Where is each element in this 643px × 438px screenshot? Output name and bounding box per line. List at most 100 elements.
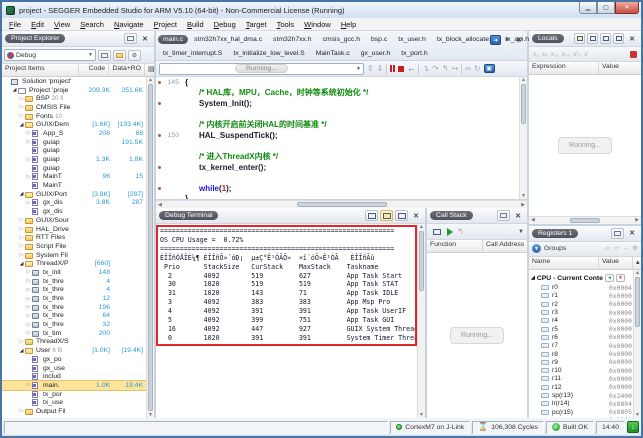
gutter[interactable] xyxy=(156,109,182,120)
menu-item-file[interactable]: File xyxy=(4,20,26,29)
close-icon[interactable]: ✕ xyxy=(139,35,151,43)
editor-hscrollbar[interactable]: ◀ ▶ xyxy=(156,200,527,208)
tree-row-guix-sour[interactable]: ▷GUIX/Sour xyxy=(2,216,146,225)
register-row-r0[interactable]: r00x0004 xyxy=(529,284,633,292)
cycles-status[interactable]: ⌛ 106,308 Cycles xyxy=(472,421,544,434)
expand-icon[interactable]: ▷ xyxy=(25,278,32,284)
expand-icon[interactable]: ▷ xyxy=(25,157,32,163)
collapse-icon[interactable]: ◢ xyxy=(18,261,25,267)
code-line[interactable]: 150HAL_SuspendTick(); xyxy=(156,130,519,141)
tree-row-project-proje[interactable]: ◢Project 'proje209.3K251.6K xyxy=(2,86,146,95)
locals-view-icon[interactable] xyxy=(574,33,585,44)
float-window-icon[interactable] xyxy=(611,228,624,239)
expand-icon[interactable]: ▷ xyxy=(25,313,32,319)
register-row-pc-r15-[interactable]: pc(r15)0x0805 xyxy=(529,408,633,416)
float-window-icon[interactable] xyxy=(124,33,137,44)
terminal-io-icon[interactable] xyxy=(380,210,393,221)
expand-icon[interactable]: ▷ xyxy=(25,296,32,302)
gutter[interactable] xyxy=(156,119,182,130)
tab-stm32h7xx-h[interactable]: stm32h7xx.h xyxy=(268,35,317,44)
tree-row-tx-thre[interactable]: ▷tx_thre4 xyxy=(2,286,146,295)
menu-item-navigate[interactable]: Navigate xyxy=(109,20,149,29)
sort-icon[interactable]: ▴ xyxy=(633,257,641,269)
register-row-r5[interactable]: r50x0000 xyxy=(529,325,633,333)
arrow-right-icon[interactable]: → xyxy=(622,244,629,254)
editor-vscrollbar[interactable]: ▲ ▼ xyxy=(519,77,527,199)
close-button[interactable]: ✕ xyxy=(615,2,639,14)
close-icon[interactable]: ✕ xyxy=(410,212,422,220)
close-tab-icon[interactable]: ✕ xyxy=(513,36,525,44)
options-icon[interactable]: ⚙ xyxy=(128,50,141,61)
groups-label[interactable]: Groups xyxy=(544,245,566,252)
tree-row-app-s[interactable]: ▷App_S20868 xyxy=(2,129,146,138)
code-area[interactable]: 145{/* HAL库，MPU，Cache，时钟等系统初始化 */System_… xyxy=(156,77,519,199)
pause-icon[interactable] xyxy=(390,65,395,72)
gutter[interactable] xyxy=(156,88,182,99)
tree-row-hal-drive[interactable]: ▷HAL_Drive xyxy=(2,225,146,234)
expand-icon[interactable]: ▷ xyxy=(18,252,25,258)
tree-row-maint[interactable]: MainT xyxy=(2,181,146,190)
scroll-down-icon[interactable]: ▼ xyxy=(520,193,527,199)
scrollbar-thumb[interactable] xyxy=(635,277,640,327)
tree-row-tx-thre[interactable]: ▷tx_thre32 xyxy=(2,320,146,329)
expand-icon[interactable]: ▷ xyxy=(25,130,32,136)
expand-icon[interactable]: ▷ xyxy=(18,96,25,102)
collapse-icon[interactable]: ◢ xyxy=(18,348,25,354)
terminal-settings-icon[interactable] xyxy=(395,210,408,221)
target-status[interactable]: CortexM7 on J-Link xyxy=(390,421,470,434)
register-row-r1[interactable]: r10x0000 xyxy=(529,292,633,300)
build-status[interactable]: ✓ Built OK xyxy=(546,421,594,434)
collapse-icon[interactable]: ◢ xyxy=(18,122,25,128)
expand-icon[interactable]: ▷ xyxy=(18,339,25,345)
tree-row-output-fil[interactable]: ▷Output Fil xyxy=(2,407,146,416)
column-function[interactable]: Function xyxy=(427,240,483,252)
tab-tx-initialize-low-level-s[interactable]: tx_initialize_low_level.S xyxy=(228,49,309,58)
run-to-cursor-icon[interactable]: ↪ xyxy=(452,64,459,74)
tree-row-rtt-files[interactable]: ▷RTT Files xyxy=(2,233,146,242)
expand-icon[interactable]: ▷ xyxy=(25,382,32,388)
tree-row-tx-thre[interactable]: ▷tx_thre12 xyxy=(2,294,146,303)
gutter[interactable]: 145 xyxy=(156,77,182,88)
menu-item-help[interactable]: Help xyxy=(336,20,361,29)
expand-icon[interactable]: ▷ xyxy=(18,235,25,241)
code-line[interactable]: /* 内核开启前关闭HAL的时间基准 */ xyxy=(156,119,519,130)
register-row-apsr[interactable]: apsr0x0100 xyxy=(529,416,633,418)
expand-all-icon[interactable]: ⊕ xyxy=(632,244,638,254)
tab-tx-block-allocate-c[interactable]: tx_block_allocate.c xyxy=(432,35,499,44)
menu-item-build[interactable]: Build xyxy=(182,20,209,29)
scroll-left-icon[interactable]: ◀ xyxy=(156,202,164,208)
close-icon[interactable]: ✕ xyxy=(626,229,638,237)
goto-register-icon[interactable]: ◂ xyxy=(605,274,614,282)
register-row-r4[interactable]: r40x0000 xyxy=(529,317,633,325)
register-row-r7[interactable]: r70x0000 xyxy=(529,342,633,350)
download-icon[interactable]: ↓ xyxy=(627,421,639,433)
tree-row-bsp[interactable]: ▷BSP20 fi xyxy=(2,94,146,103)
register-row-r2[interactable]: r20x0000 xyxy=(529,300,633,308)
scroll-up-icon[interactable]: ▲ xyxy=(634,270,641,276)
register-group-row[interactable]: ◢CPU - Current Conte◂✕ xyxy=(529,273,633,284)
tree-row-cmsis-file[interactable]: ▷CMSIS File xyxy=(2,103,146,112)
tree-row-tx-por[interactable]: tx_por xyxy=(2,390,146,399)
collapse-icon[interactable]: ◢ xyxy=(531,275,535,281)
expand-icon[interactable]: ▷ xyxy=(25,174,32,180)
tree-row-threadx-s[interactable]: ▷ThreadX/S xyxy=(2,338,146,347)
expand-icon[interactable]: ▷ xyxy=(18,408,25,414)
menu-item-tools[interactable]: Tools xyxy=(272,20,300,29)
menu-item-edit[interactable]: Edit xyxy=(26,20,49,29)
scroll-down-icon[interactable]: ▼ xyxy=(634,412,641,418)
run-state-select[interactable]: Running... ▼ xyxy=(159,63,364,75)
infinity-icon[interactable]: ∞ xyxy=(465,64,471,74)
project-tree-scrollbar[interactable]: ▲ ▼ xyxy=(146,77,154,418)
format-icon[interactable]: x' xyxy=(584,51,589,58)
code-line[interactable]: /* 进入ThreadX内核 */ xyxy=(156,151,519,162)
scrollbar-thumb[interactable] xyxy=(148,84,153,411)
stop-icon[interactable] xyxy=(398,66,404,72)
tree-row-solution-project-[interactable]: Solution 'project' xyxy=(2,77,146,86)
gutter[interactable] xyxy=(156,183,182,194)
step-into-icon[interactable]: ↴ xyxy=(422,64,429,74)
step-over-icon[interactable]: ↷ xyxy=(432,64,439,74)
menu-item-search[interactable]: Search xyxy=(75,20,109,29)
code-line[interactable]: System_Init(); xyxy=(156,98,519,109)
tree-row-gx-use[interactable]: gx_use xyxy=(2,364,146,373)
format-icon[interactable]: x₁₆ xyxy=(562,51,570,58)
